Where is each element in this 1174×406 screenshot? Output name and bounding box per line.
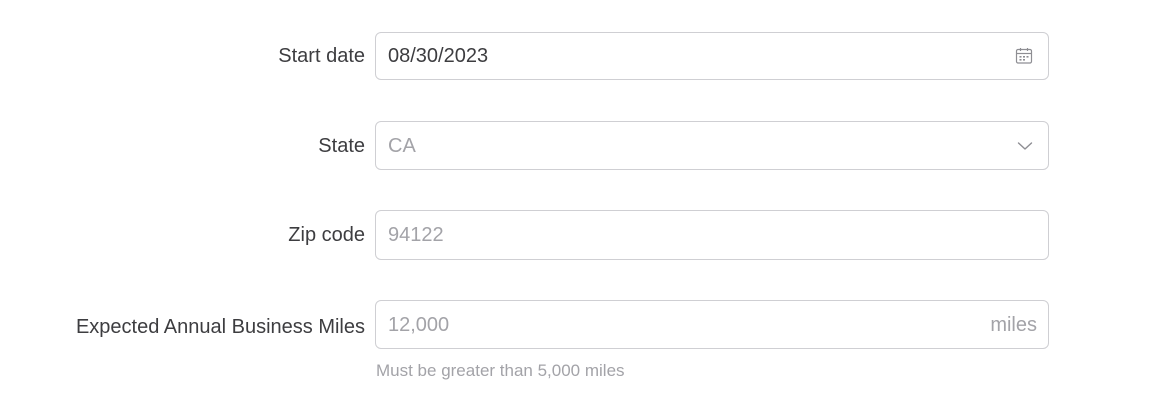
state-label: State <box>318 135 365 157</box>
state-value: CA <box>388 134 416 157</box>
zip-code-label: Zip code <box>288 224 365 246</box>
annual-miles-input[interactable]: 12,000 miles <box>375 300 1049 349</box>
miles-unit-suffix: miles <box>990 313 1037 336</box>
state-select[interactable]: CA <box>375 121 1049 170</box>
annual-miles-placeholder: 12,000 <box>388 313 450 336</box>
start-date-label: Start date <box>278 45 365 67</box>
zip-code-input[interactable]: 94122 <box>375 210 1049 260</box>
zip-code-placeholder: 94122 <box>388 224 444 246</box>
annual-miles-label: Expected Annual Business Miles <box>75 316 365 338</box>
calendar-icon[interactable] <box>1015 47 1033 65</box>
annual-miles-help-text: Must be greater than 5,000 miles <box>376 361 625 380</box>
chevron-down-icon <box>1017 141 1033 151</box>
start-date-input[interactable]: 08/30/2023 <box>375 32 1049 80</box>
start-date-value: 08/30/2023 <box>388 45 489 67</box>
